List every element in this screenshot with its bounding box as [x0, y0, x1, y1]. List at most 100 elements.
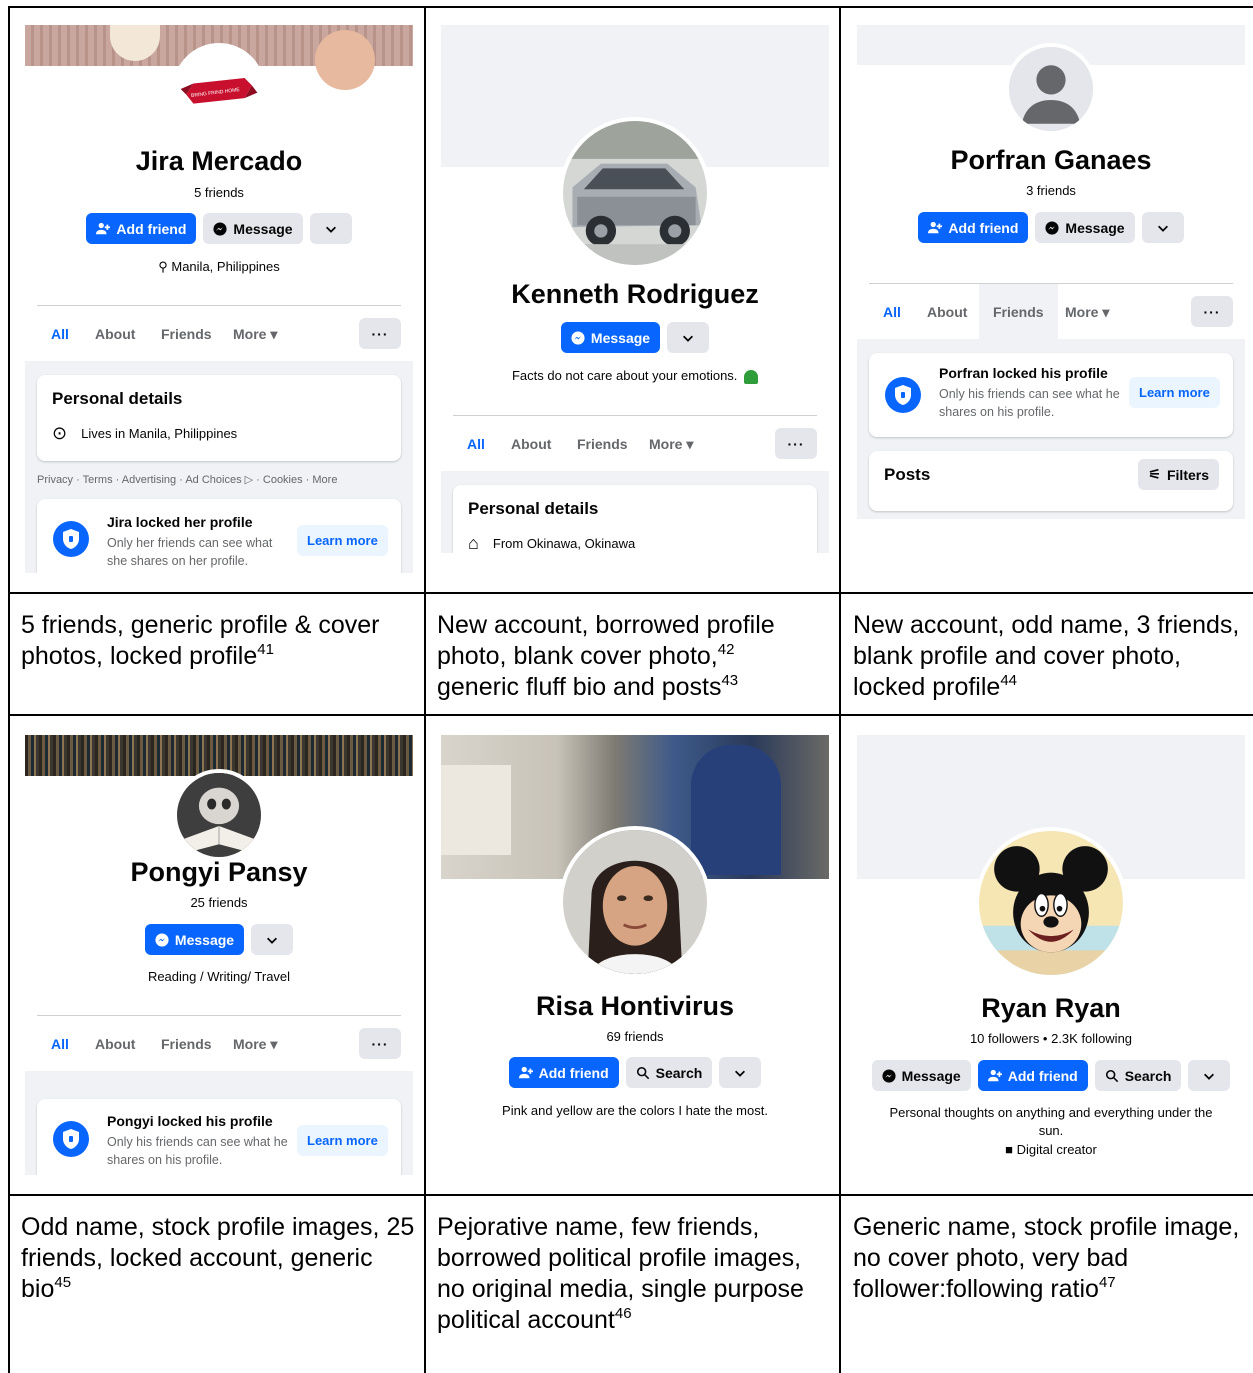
profile-avatar[interactable] — [173, 769, 265, 861]
tab-friends[interactable]: Friends — [563, 416, 642, 472]
messenger-icon — [571, 330, 585, 345]
search-button[interactable]: Search — [1094, 1060, 1182, 1091]
add-friend-button[interactable]: Add friend — [508, 1057, 619, 1088]
add-friend-label: Add friend — [1007, 1067, 1078, 1084]
message-label: Message — [233, 220, 293, 237]
tab-all[interactable]: All — [37, 1016, 83, 1074]
footer-links[interactable]: Privacy · Terms · Advertising · Ad Choic… — [37, 473, 337, 486]
action-buttons: Add friend Search — [441, 1057, 829, 1088]
add-friend-button[interactable]: Add friend — [86, 213, 197, 244]
friends-count: 25 friends — [190, 895, 248, 910]
footnote-marker: 46 — [614, 1305, 632, 1322]
chevron-down-icon — [1204, 1073, 1215, 1080]
more-options-button[interactable]: ··· — [775, 428, 817, 459]
profile-screenshot-porfran: Porfran Ganaes 3 friends Add friend Mess… — [857, 25, 1245, 519]
profile-name: Risa Hontivirus — [535, 991, 735, 1021]
add-friend-button[interactable]: Add friend — [918, 212, 1029, 243]
add-friend-button[interactable]: Add friend — [977, 1060, 1088, 1091]
message-button[interactable]: Message — [560, 322, 661, 353]
grid-line-mid2 — [839, 6, 841, 1373]
more-options-button[interactable]: ··· — [359, 1028, 401, 1059]
profile-screenshot-risa: Risa Hontivirus 69 friends Add friend Se… — [441, 735, 829, 1135]
tab-friends[interactable]: Friends — [979, 284, 1058, 340]
learn-more-button[interactable]: Learn more — [1129, 377, 1220, 408]
message-button[interactable]: Message — [144, 924, 245, 955]
tab-all[interactable]: All — [453, 416, 499, 474]
bio: Reading / Writing/ Travel — [147, 969, 291, 984]
shield-lock-icon — [53, 1121, 89, 1157]
filters-button[interactable]: ⚟ Filters — [1138, 459, 1219, 490]
tab-about[interactable]: About — [81, 1016, 149, 1072]
caption-text: Odd name, stock profile images, 25 frien… — [21, 1213, 415, 1303]
lock-text-line2: she shares on her profile. — [107, 554, 249, 568]
more-options-button[interactable]: ··· — [359, 318, 401, 349]
caption-text: 5 friends, generic profile & cover photo… — [21, 611, 380, 670]
footnote-marker-1: 42 — [717, 641, 735, 658]
bio: Pink and yellow are the colors I hate th… — [502, 1103, 768, 1118]
tab-all[interactable]: All — [869, 284, 915, 342]
locked-profile-card: Jira locked her profile Only her friends… — [37, 499, 401, 573]
footnote-marker: 47 — [1098, 1274, 1116, 1291]
tab-more[interactable]: More ▾ — [219, 1016, 291, 1072]
grid-line-top — [8, 6, 1253, 8]
grid-line-row1 — [8, 592, 1253, 594]
grid-line-left — [8, 6, 10, 1373]
message-button[interactable]: Message — [203, 213, 303, 244]
message-button[interactable]: Message — [1035, 212, 1135, 243]
add-person-icon — [987, 1069, 1002, 1081]
tab-all[interactable]: All — [37, 306, 83, 364]
caption-cell-6: Generic name, stock profile image, no co… — [853, 1212, 1248, 1305]
profile-tabs: All About Friends More ▾ ··· — [37, 1015, 401, 1074]
tab-more-label: More — [649, 436, 683, 452]
dropdown-button[interactable] — [251, 924, 294, 955]
tab-friends[interactable]: Friends — [147, 306, 226, 362]
profile-avatar[interactable] — [559, 826, 711, 978]
tab-more[interactable]: More ▾ — [1051, 284, 1123, 340]
tab-friends[interactable]: Friends — [147, 1016, 226, 1072]
profile-avatar[interactable] — [559, 117, 711, 269]
search-label: Search — [655, 1064, 703, 1081]
messenger-icon — [213, 221, 227, 236]
dropdown-button[interactable] — [719, 1057, 762, 1088]
caption-cell-1: 5 friends, generic profile & cover photo… — [21, 610, 416, 672]
dropdown-button[interactable] — [309, 213, 352, 244]
message-button[interactable]: Message — [871, 1060, 971, 1091]
messenger-icon — [155, 932, 169, 947]
tab-more[interactable]: More ▾ — [635, 416, 707, 472]
learn-more-button[interactable]: Learn more — [297, 525, 388, 556]
lock-title: Jira locked her profile — [107, 514, 253, 530]
search-button[interactable]: Search — [625, 1057, 713, 1088]
dropdown-button[interactable] — [1141, 212, 1184, 243]
tab-more[interactable]: More ▾ — [219, 306, 291, 362]
tab-about[interactable]: About — [81, 306, 149, 362]
footnote-marker: 45 — [54, 1274, 72, 1291]
messenger-icon — [1045, 220, 1059, 235]
action-buttons: Message — [25, 924, 413, 955]
caption-line3: generic fluff bio and posts — [437, 673, 722, 701]
person-emoji-icon — [744, 369, 759, 384]
lock-text-line2: shares on his profile. — [107, 1153, 223, 1167]
tab-about[interactable]: About — [497, 416, 565, 472]
default-avatar[interactable] — [1005, 43, 1097, 135]
add-person-icon — [96, 222, 111, 234]
add-friend-label: Add friend — [116, 220, 187, 237]
profile-tabs: All About Friends More ▾ ··· — [453, 415, 817, 474]
caption-cell-4: Odd name, stock profile images, 25 frien… — [21, 1212, 416, 1305]
grid-line-mid1 — [424, 6, 426, 1373]
tab-about[interactable]: About — [913, 284, 981, 340]
dropdown-button[interactable] — [667, 322, 710, 353]
profile-tabs: All About Friends More ▾ ··· — [37, 305, 401, 364]
chevron-down-icon — [683, 335, 694, 342]
profile-tabs: All About Friends More ▾ ··· — [869, 283, 1233, 342]
posts-title: Posts — [884, 465, 931, 484]
category-text: Digital creator — [1016, 1142, 1097, 1157]
learn-more-button[interactable]: Learn more — [297, 1125, 388, 1156]
profile-avatar[interactable] — [975, 827, 1127, 979]
profile-screenshot-jira: BRING FRIND HOME Jira Mercado 5 friends … — [25, 25, 413, 573]
search-icon — [636, 1066, 649, 1079]
feed-area: Personal details ⌂ From Okinawa, Okinawa — [441, 471, 829, 553]
caption-text: New account, odd name, 3 friends, blank … — [853, 611, 1240, 701]
detail-row: ⌂ From Okinawa, Okinawa — [468, 533, 635, 553]
dropdown-button[interactable] — [1188, 1060, 1231, 1091]
more-options-button[interactable]: ··· — [1191, 296, 1233, 327]
